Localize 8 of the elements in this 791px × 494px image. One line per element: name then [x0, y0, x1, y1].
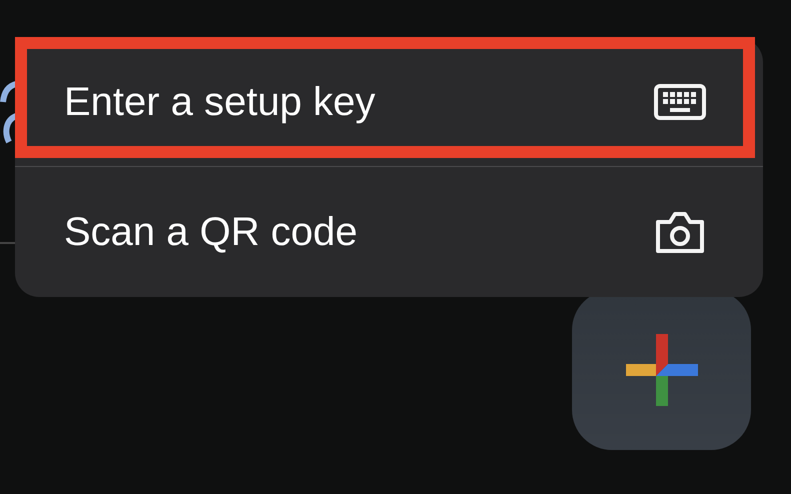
menu-item-label: Enter a setup key: [64, 80, 376, 124]
camera-icon: [654, 210, 706, 254]
keyboard-icon: [654, 84, 706, 120]
digit-fragment: [0, 80, 16, 146]
menu-item[interactable]: Enter a setup key: [15, 38, 763, 167]
menu-item[interactable]: Scan a QR code: [15, 167, 763, 297]
menu-item-label: Scan a QR code: [64, 210, 358, 254]
plus-icon: [626, 334, 698, 406]
